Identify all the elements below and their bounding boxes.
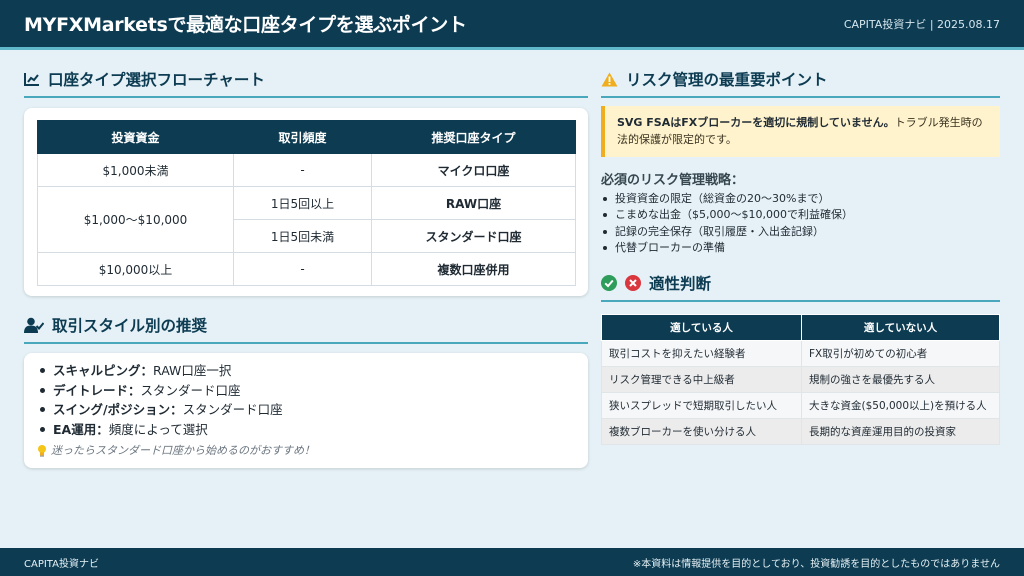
x-circle-icon bbox=[625, 275, 641, 292]
style-value: スタンダード口座 bbox=[182, 402, 283, 417]
unsuitable-cell: 大きな資金($50,000以上)を預ける人 bbox=[801, 392, 1000, 420]
style-value: 頻度によって選択 bbox=[108, 421, 208, 437]
warning-bold-text: SVG FSAはFXブローカーを適切に規制していません。 bbox=[617, 116, 895, 129]
risk-title: リスク管理の最重要ポイント bbox=[626, 71, 828, 89]
table-row: $10,000以上 - 複数口座併用 bbox=[37, 252, 576, 286]
tip-note: 迷ったらスタンダード口座から始めるのがおすすめ！ bbox=[36, 442, 576, 458]
list-item: 投資資金の限定（総資金の20〜30%まで） bbox=[601, 191, 1000, 207]
column-header-unsuitable: 適していない人 bbox=[801, 314, 1000, 342]
frequency-cell: 1日5回未満 bbox=[233, 219, 372, 253]
suitable-cell: 狭いスプレッドで短期取引したい人 bbox=[601, 392, 802, 420]
suitability-section-header: 適性判断 bbox=[601, 268, 1000, 303]
account-cell: マイクロ口座 bbox=[371, 153, 576, 187]
column-header-suitable: 適している人 bbox=[601, 314, 802, 342]
suitability-title: 適性判断 bbox=[649, 275, 712, 294]
unsuitable-cell: 長期的な資産運用目的の投資家 bbox=[801, 418, 1000, 446]
right-column: リスク管理の最重要ポイント SVG FSAはFXブローカーを適切に規制していませ… bbox=[601, 64, 1000, 446]
account-cell: スタンダード口座 bbox=[371, 219, 576, 253]
table-row: 狭いスプレッドで短期取引したい人 大きな資金($50,000以上)を預ける人 bbox=[601, 392, 1000, 420]
trading-style-section-header: 取引スタイル別の推奨 bbox=[24, 310, 588, 344]
risk-section-header: リスク管理の最重要ポイント bbox=[601, 64, 1000, 98]
list-item: 記録の完全保存（取引履歴・入出金記録） bbox=[601, 224, 1000, 240]
warning-icon bbox=[601, 72, 618, 86]
style-value: RAW口座一択 bbox=[153, 363, 232, 378]
risk-item-text: 記録の完全保存（取引履歴・入出金記録） bbox=[615, 224, 824, 238]
table-row: 取引コストを抑えたい経験者 FX取引が初めての初心者 bbox=[601, 340, 1000, 368]
suitable-cell: リスク管理できる中上級者 bbox=[601, 366, 802, 394]
capital-cell: $1,000〜$10,000 bbox=[37, 186, 234, 253]
account-cell: 複数口座併用 bbox=[371, 252, 576, 286]
suitability-table: 適している人 適していない人 取引コストを抑えたい経験者 FX取引が初めての初心… bbox=[601, 314, 1000, 446]
risk-subtitle: 必須のリスク管理戦略： bbox=[601, 173, 745, 188]
style-key: デイトレード： bbox=[53, 382, 141, 398]
footer-disclaimer: ※本資料は情報提供を目的としており、投資勧誘を目的としたものではありません bbox=[632, 558, 1000, 570]
column-header-frequency: 取引頻度 bbox=[233, 120, 372, 154]
column-header-account: 推奨口座タイプ bbox=[371, 120, 576, 154]
table-row: リスク管理できる中上級者 規制の強さを最優先する人 bbox=[601, 366, 1000, 394]
trading-style-card: スキャルピング： RAW口座一択 デイトレード： スタンダード口座 スイング/ポジシ… bbox=[24, 353, 588, 468]
page-footer: CAPITA投資ナビ ※本資料は情報提供を目的としており、投資勧誘を目的としたも… bbox=[0, 548, 1024, 576]
page-header: MYFXMarketsで最適な口座タイプを選ぶポイント CAPITA投資ナビ |… bbox=[0, 0, 1024, 50]
trading-style-title: 取引スタイル別の推奨 bbox=[52, 317, 208, 335]
list-item: EA運用： 頻度によって選択 bbox=[36, 420, 576, 440]
frequency-cell: - bbox=[233, 153, 372, 187]
risk-item-text: こまめな出金（$5,000〜$10,000で利益確保） bbox=[615, 208, 853, 222]
list-item: スイング/ポジション： スタンダード口座 bbox=[36, 400, 576, 420]
list-item: こまめな出金（$5,000〜$10,000で利益確保） bbox=[601, 207, 1000, 223]
table-row: $1,000未満 - マイクロ口座 bbox=[37, 153, 576, 187]
footer-brand: CAPITA投資ナビ bbox=[24, 558, 99, 570]
flowchart-section-header: 口座タイプ選択フローチャート bbox=[24, 64, 588, 98]
flowchart-title: 口座タイプ選択フローチャート bbox=[48, 71, 265, 89]
table-row: 複数ブローカーを使い分ける人 長期的な資産運用目的の投資家 bbox=[601, 418, 1000, 446]
style-key: スキャルピング： bbox=[53, 363, 154, 378]
account-cell: RAW口座 bbox=[371, 186, 576, 220]
suitability-header-row: 適している人 適していない人 bbox=[601, 314, 1000, 342]
capital-cell: $10,000以上 bbox=[37, 252, 234, 286]
column-header-capital: 投資資金 bbox=[37, 120, 234, 154]
unsuitable-cell: 規制の強さを最優先する人 bbox=[801, 366, 1000, 394]
table-row: $1,000〜$10,000 1日5回以上 RAW口座 bbox=[37, 186, 576, 253]
left-column: 口座タイプ選択フローチャート 投資資金 取引頻度 推奨口座タイプ $1,000未… bbox=[24, 64, 588, 468]
check-circle-icon bbox=[601, 275, 617, 292]
flowchart-header-row: 投資資金 取引頻度 推奨口座タイプ bbox=[37, 120, 576, 154]
frequency-cell: 1日5回以上 bbox=[233, 186, 372, 220]
page-title: MYFXMarketsで最適な口座タイプを選ぶポイント bbox=[24, 14, 467, 36]
style-key: EA運用： bbox=[53, 421, 109, 437]
warning-box: SVG FSAはFXブローカーを適切に規制していません。トラブル発生時の法的保護… bbox=[601, 106, 1000, 157]
unsuitable-cell: FX取引が初めての初心者 bbox=[801, 340, 1000, 368]
suitable-cell: 取引コストを抑えたい経験者 bbox=[601, 340, 802, 368]
capital-cell: $1,000未満 bbox=[37, 153, 234, 187]
lightbulb-icon bbox=[38, 444, 46, 457]
list-item: スキャルピング： RAW口座一択 bbox=[36, 361, 576, 381]
tip-text: 迷ったらスタンダード口座から始めるのがおすすめ！ bbox=[51, 444, 315, 457]
style-value: スタンダード口座 bbox=[140, 382, 241, 398]
risk-item-text: 投資資金の限定（総資金の20〜30%まで） bbox=[615, 192, 830, 205]
trading-style-list: スキャルピング： RAW口座一択 デイトレード： スタンダード口座 スイング/ポジシ… bbox=[36, 361, 576, 439]
list-item: 代替ブローカーの準備 bbox=[601, 240, 1000, 256]
suitable-cell: 複数ブローカーを使い分ける人 bbox=[601, 418, 802, 446]
risk-item-text: 代替ブローカーの準備 bbox=[615, 240, 725, 254]
user-check-icon bbox=[24, 317, 44, 333]
flowchart-card: 投資資金 取引頻度 推奨口座タイプ $1,000未満 - マイクロ口座 $1,0… bbox=[24, 108, 588, 296]
list-item: デイトレード： スタンダード口座 bbox=[36, 381, 576, 401]
frequency-cell: - bbox=[233, 252, 372, 286]
header-meta: CAPITA投資ナビ | 2025.08.17 bbox=[843, 17, 1000, 31]
chart-line-icon bbox=[24, 73, 39, 86]
style-key: スイング/ポジション： bbox=[53, 402, 183, 417]
risk-strategy-list: 投資資金の限定（総資金の20〜30%まで） こまめな出金（$5,000〜$10,… bbox=[601, 191, 1000, 256]
flowchart-table: 投資資金 取引頻度 推奨口座タイプ $1,000未満 - マイクロ口座 $1,0… bbox=[37, 120, 576, 286]
